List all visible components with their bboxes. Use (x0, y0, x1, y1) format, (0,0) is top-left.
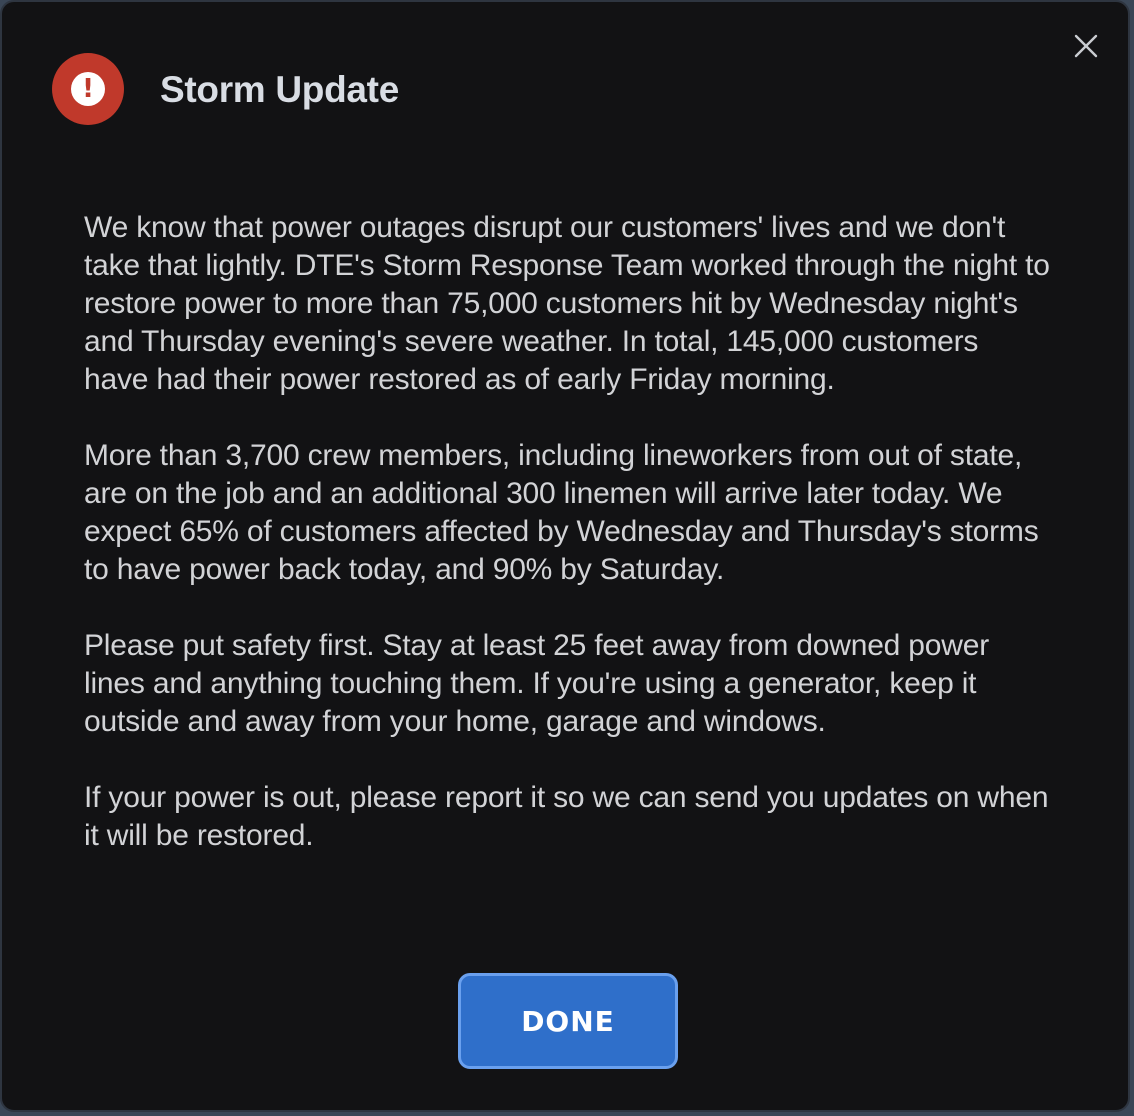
storm-update-dialog: ! Storm Update We know that power outage… (0, 0, 1130, 1112)
close-icon (1074, 34, 1098, 58)
done-button[interactable]: DONE (458, 973, 678, 1069)
dialog-title: Storm Update (160, 69, 399, 110)
close-button[interactable] (1068, 28, 1104, 64)
alert-symbol: ! (71, 72, 105, 106)
dialog-body: We know that power outages disrupt our c… (84, 209, 1050, 893)
paragraph-report: If your power is out, please report it s… (84, 781, 1049, 852)
paragraph-safety: Please put safety first. Stay at least 2… (84, 629, 990, 738)
paragraph-crews: More than 3,700 crew members, including … (84, 439, 1039, 586)
exclamation-circle-icon: ! (52, 53, 124, 125)
paragraph-restoration: We know that power outages disrupt our c… (84, 211, 1050, 396)
